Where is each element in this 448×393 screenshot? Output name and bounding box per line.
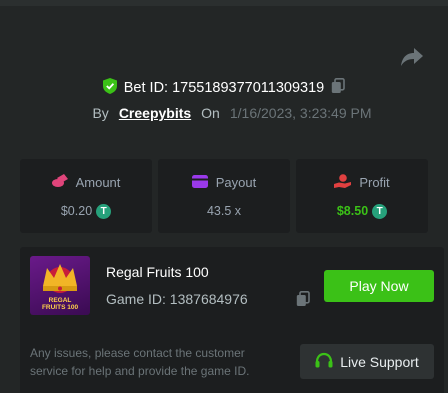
usdt-token-icon: T [372,203,388,219]
copy-icon [331,77,346,99]
stat-label: Profit [359,174,390,190]
bet-id: Bet ID: 1755189377011309319 [123,80,325,96]
crown-icon [39,260,81,301]
game-card: REGAL FRUITS 100 Regal Fruits 100 Game I… [20,247,444,393]
copy-game-id-button[interactable] [296,291,310,312]
stat-label: Amount [75,174,121,190]
play-now-button[interactable]: Play Now [324,270,434,302]
stat-amount: Amount $0.20 T [20,159,152,233]
copy-icon [296,291,310,311]
by-label: By [92,105,109,121]
live-support-button[interactable]: Live Support [300,344,434,379]
stat-value: 43.5 x [206,203,242,218]
hand-coin-icon [334,173,352,191]
game-thumbnail[interactable]: REGAL FRUITS 100 [30,256,90,315]
game-id: Game ID: 1387684976 [106,291,248,307]
share-button[interactable] [399,47,425,71]
author-row: By Creepybits On 1/16/2023, 3:23:49 PM [0,101,448,125]
live-support-label: Live Support [340,353,419,370]
stat-value: $0.20 [60,204,93,218]
support-message: Any issues, please contact the customer … [30,346,250,378]
on-label: On [201,105,220,121]
usdt-token-icon: T [96,203,112,219]
wallet-icon [191,174,208,191]
copy-bet-id-button[interactable] [331,77,346,99]
share-icon [401,47,423,71]
coins-icon [51,173,68,191]
stat-value: $8.50 [336,204,369,218]
stat-profit: Profit $8.50 T [296,159,428,233]
bet-date: 1/16/2023, 3:23:49 PM [229,105,372,121]
bet-stats: Amount $0.20 T Payout 43.5 x Profit $8.5… [20,159,428,233]
stat-label: Payout [215,175,257,190]
bet-id-row: Bet ID: 1755189377011309319 [0,76,448,100]
stat-payout: Payout 43.5 x [158,159,290,233]
game-title: Regal Fruits 100 [106,264,209,280]
username-link[interactable]: Creepybits [119,105,191,121]
shield-check-icon [102,77,117,99]
headset-icon [315,352,333,372]
thumbnail-logo: REGAL FRUITS 100 [41,297,79,311]
top-divider [0,0,448,6]
